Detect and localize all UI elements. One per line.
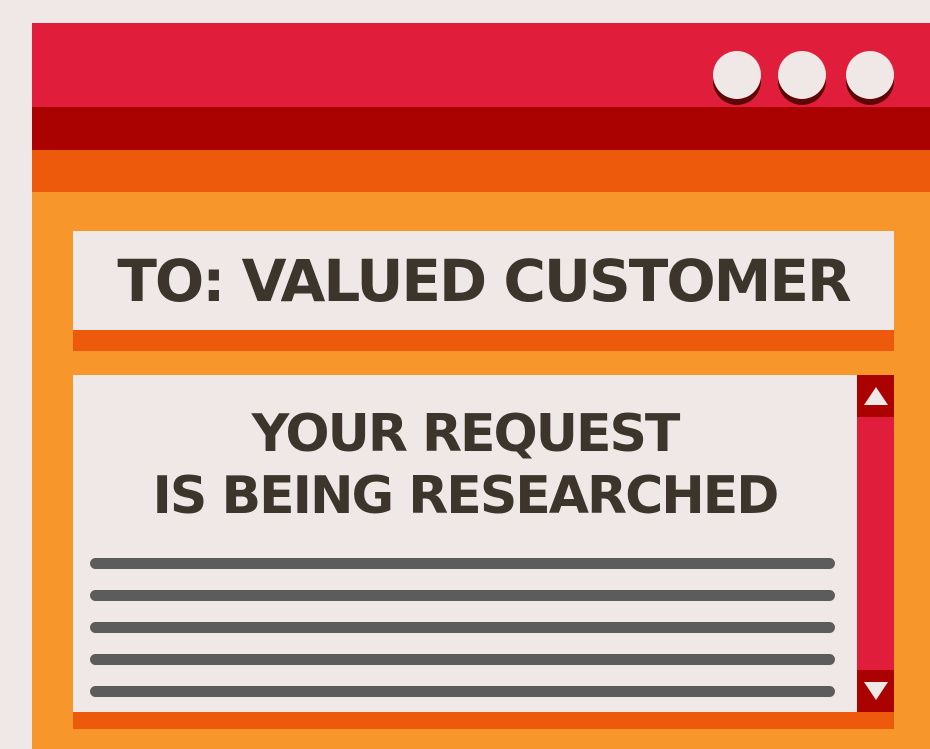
triangle-down-icon	[863, 682, 888, 700]
message-title-line-2: IS BEING RESEARCHED	[152, 466, 780, 526]
text-line-placeholder	[90, 654, 835, 665]
recipient-field-shadow	[73, 330, 894, 351]
title-bar	[32, 23, 930, 107]
message-title: YOUR REQUEST IS BEING RESEARCHED	[73, 403, 857, 527]
scrollbar[interactable]	[857, 375, 894, 712]
toolbar-strip	[32, 150, 930, 192]
recipient-label: TO: VALUED CUSTOMER	[117, 246, 851, 315]
message-title-line-1: YOUR REQUEST	[251, 404, 681, 464]
message-panel: YOUR REQUEST IS BEING RESEARCHED	[73, 375, 857, 712]
message-panel-shadow	[73, 712, 894, 729]
title-bar-shadow	[32, 107, 930, 150]
text-line-placeholder	[90, 558, 835, 569]
window-control-dot[interactable]	[713, 51, 761, 99]
scroll-up-button[interactable]	[857, 375, 894, 417]
window-control-dot[interactable]	[778, 51, 826, 99]
browser-window: TO: VALUED CUSTOMER YOUR REQUEST IS BEIN…	[32, 23, 930, 749]
text-line-placeholder	[90, 590, 835, 601]
scroll-down-button[interactable]	[857, 670, 894, 712]
text-line-placeholder	[90, 622, 835, 633]
window-control-dot[interactable]	[846, 51, 894, 99]
recipient-field: TO: VALUED CUSTOMER	[73, 231, 894, 330]
text-line-placeholder	[90, 686, 835, 697]
triangle-up-icon	[863, 387, 888, 405]
